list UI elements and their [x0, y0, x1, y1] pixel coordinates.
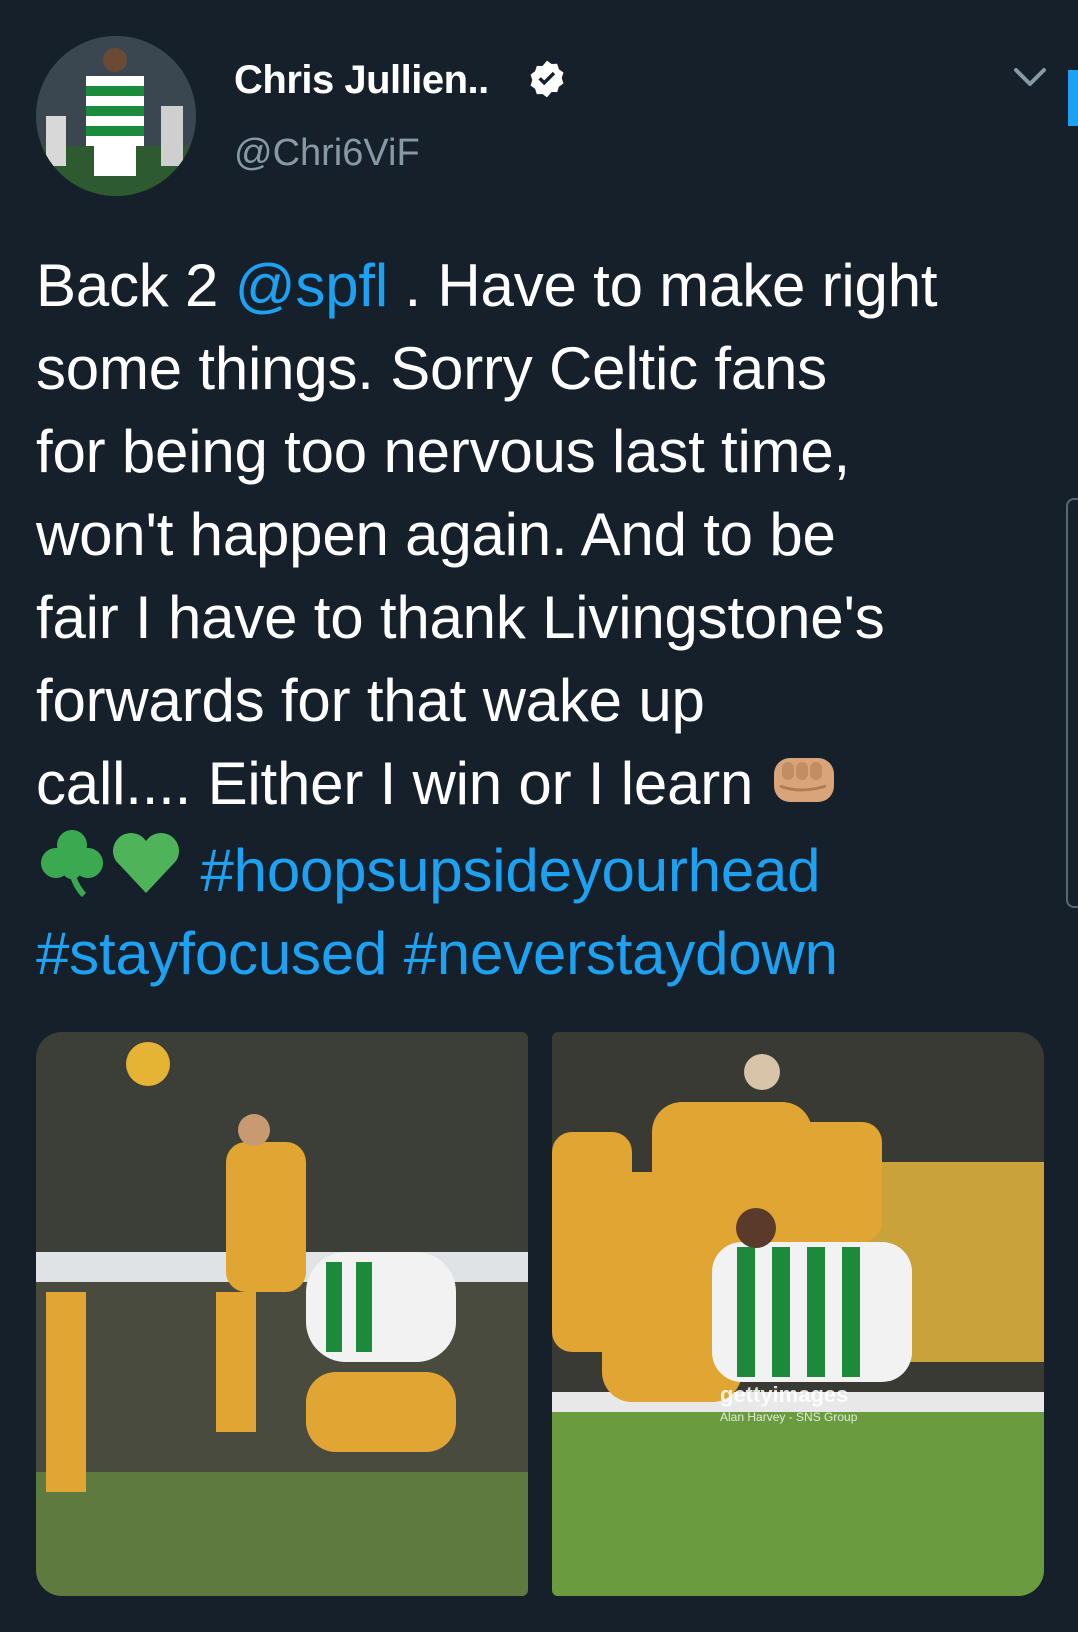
verified-badge-icon [530, 60, 564, 98]
text-line-5: fair I have to thank Livingstone's [36, 584, 885, 651]
text-line-4: won't happen again. And to be [36, 501, 836, 568]
handle[interactable]: @Chri6ViF [234, 132, 420, 175]
green-heart-emoji [112, 832, 180, 893]
chevron-down-icon[interactable] [1012, 64, 1048, 92]
text-line-1: Back 2 @spfl . Have to make right [36, 252, 938, 319]
tweet-text: Back 2 @spfl . Have to make right some t… [36, 244, 1046, 995]
side-scroll-handle[interactable] [1066, 498, 1078, 908]
avatar[interactable] [36, 36, 196, 196]
text-line-9: #stayfocused #neverstaydown [36, 912, 1046, 995]
display-name[interactable]: Chris Jullien.. [234, 58, 489, 103]
shamrock-emoji [41, 830, 103, 897]
text-line-7: call.... Either I win or I learn [36, 742, 1046, 825]
scroll-indicator [1068, 70, 1078, 126]
fist-emoji [773, 758, 834, 802]
hashtag-link[interactable]: #neverstaydown [404, 920, 838, 987]
media-image-1[interactable] [36, 1032, 528, 1596]
text-line-2: some things. Sorry Celtic fans [36, 335, 827, 402]
getty-watermark: gettyimages [720, 1382, 849, 1407]
photo-credit: Alan Harvey - SNS Group [720, 1410, 858, 1424]
text-line-6: forwards for that wake up [36, 667, 705, 734]
hashtag-link[interactable]: #hoopsupsideyourhead [200, 837, 820, 904]
text-line-8: #hoopsupsideyourhead [36, 825, 1046, 912]
media-image-2[interactable]: gettyimages Alan Harvey - SNS Group [552, 1032, 1044, 1596]
hashtag-link[interactable]: #stayfocused [36, 920, 387, 987]
text-line-3: for being too nervous last time, [36, 418, 851, 485]
mention-link[interactable]: @spfl [235, 252, 388, 319]
